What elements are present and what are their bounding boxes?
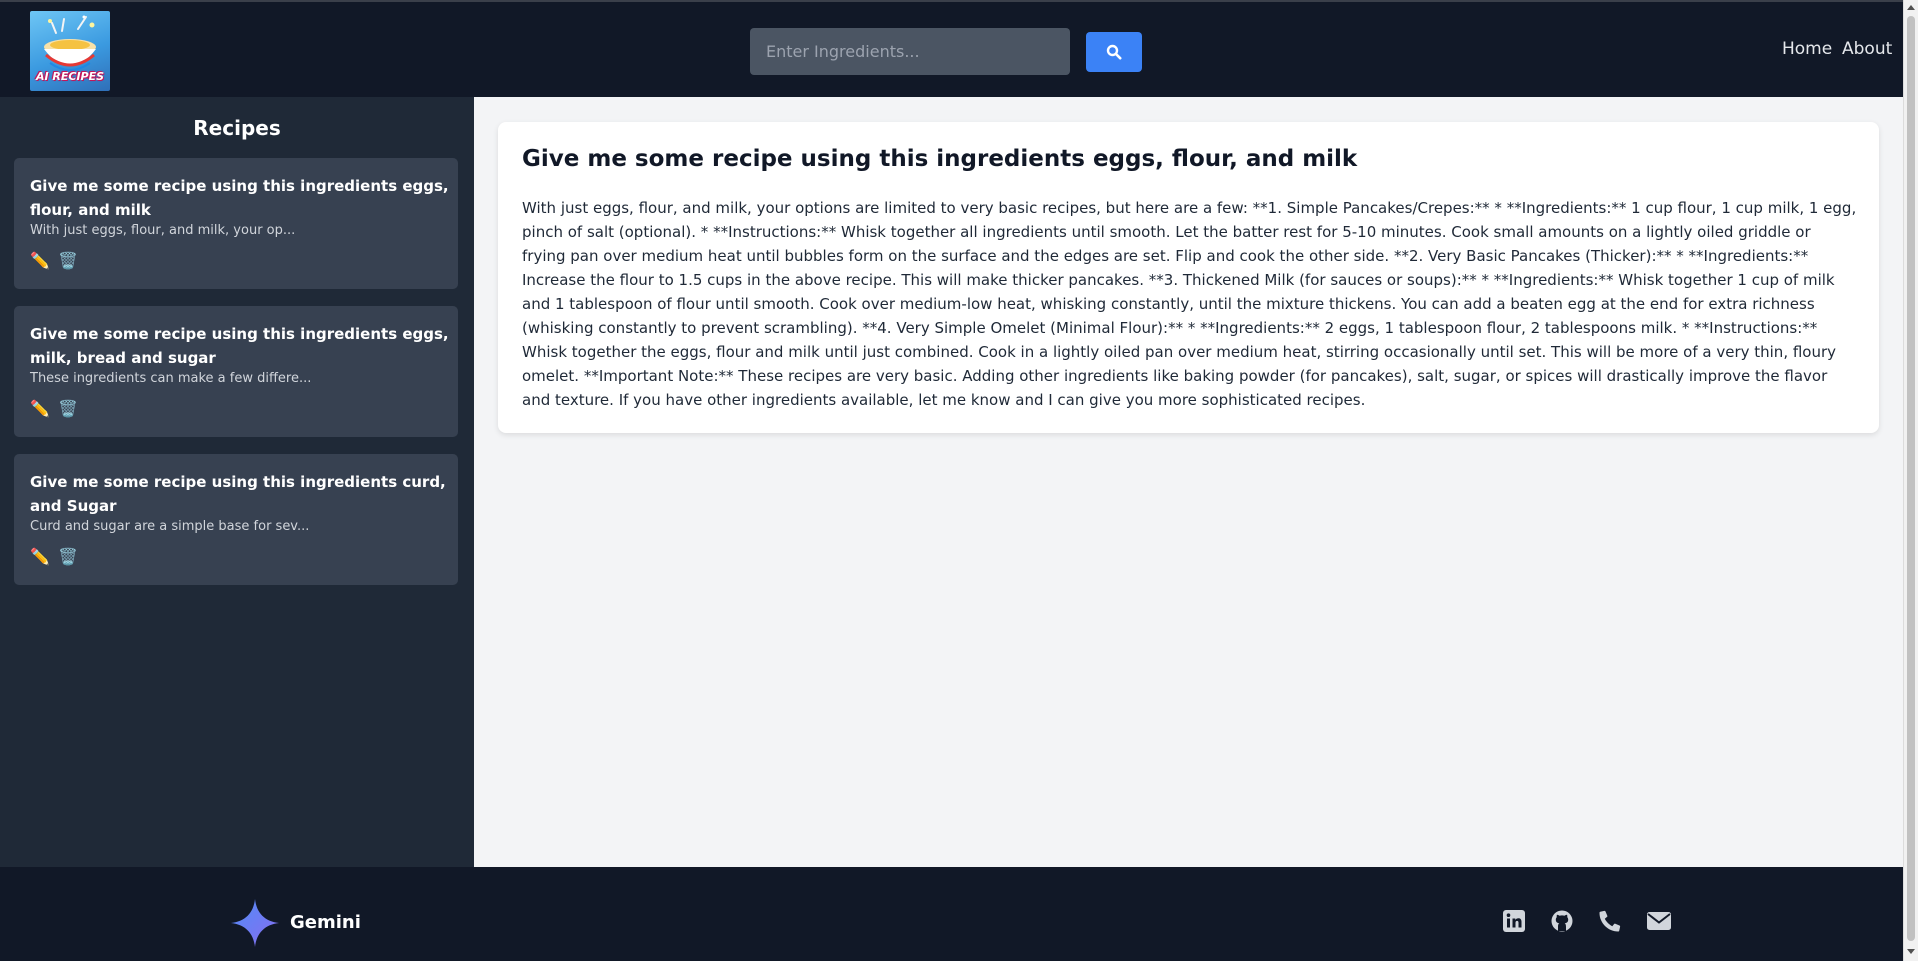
recipe-detail-title: Give me some recipe using this ingredien… <box>522 146 1358 172</box>
recipe-card-preview: With just eggs, flour, and milk, your op… <box>30 223 296 238</box>
recipes-sidebar: Recipes Give me some recipe using this i… <box>0 97 474 867</box>
search-button[interactable] <box>1086 32 1142 72</box>
phone-icon[interactable] <box>1599 910 1621 932</box>
github-icon[interactable] <box>1551 910 1573 932</box>
ingredients-search-input[interactable] <box>750 28 1070 75</box>
recipe-detail-body: With just eggs, flour, and milk, your op… <box>522 199 1857 409</box>
scroll-down-arrow-icon[interactable] <box>1907 949 1915 954</box>
sidebar-title: Recipes <box>193 116 281 140</box>
page-scrollbar[interactable] <box>1903 0 1918 961</box>
logo-text: AI RECIPES <box>35 70 105 83</box>
recipe-detail-card: Give me some recipe using this ingredien… <box>498 122 1879 433</box>
recipe-card-title: Give me some recipe using this ingredien… <box>30 177 449 219</box>
recipe-card[interactable]: Give me some recipe using this ingredien… <box>14 454 458 585</box>
top-navbar: AI RECIPES Home About <box>0 0 1903 97</box>
nav-about-link[interactable]: About <box>1842 39 1892 59</box>
email-icon[interactable] <box>1647 910 1671 932</box>
recipe-card-preview: Curd and sugar are a simple base for sev… <box>30 519 310 534</box>
edit-pencil-icon[interactable]: ✏️ <box>30 252 50 270</box>
search-icon <box>1106 44 1122 60</box>
footer: Gemini <box>0 867 1903 961</box>
delete-trash-icon[interactable]: 🗑️ <box>58 252 78 270</box>
gemini-label: Gemini <box>290 912 361 933</box>
scroll-up-arrow-icon[interactable] <box>1907 5 1915 10</box>
recipe-card-preview: These ingredients can make a few differe… <box>30 371 312 386</box>
recipe-card-title: Give me some recipe using this ingredien… <box>30 325 449 367</box>
edit-pencil-icon[interactable]: ✏️ <box>30 548 50 566</box>
delete-trash-icon[interactable]: 🗑️ <box>58 548 78 566</box>
edit-pencil-icon[interactable]: ✏️ <box>30 400 50 418</box>
delete-trash-icon[interactable]: 🗑️ <box>58 400 78 418</box>
scrollbar-thumb[interactable] <box>1907 16 1915 941</box>
recipe-card[interactable]: Give me some recipe using this ingredien… <box>14 158 458 289</box>
recipe-card-title: Give me some recipe using this ingredien… <box>30 473 446 515</box>
linkedin-icon[interactable] <box>1503 910 1525 932</box>
recipe-card[interactable]: Give me some recipe using this ingredien… <box>14 306 458 437</box>
gemini-star-icon <box>231 899 279 947</box>
ai-recipes-logo[interactable]: AI RECIPES <box>30 11 110 91</box>
nav-home-link[interactable]: Home <box>1782 39 1832 59</box>
